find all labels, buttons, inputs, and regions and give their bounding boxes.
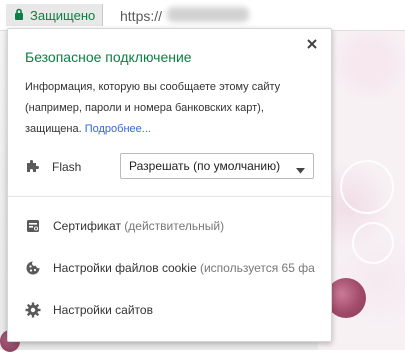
- close-icon: [307, 38, 317, 52]
- decorative-flower: [326, 278, 366, 318]
- site-settings-item[interactable]: Настройки сайтов: [8, 297, 331, 323]
- decorative-swirl: [352, 222, 394, 264]
- more-info-link[interactable]: Подробнее...: [85, 123, 151, 135]
- decorative-swirl: [340, 160, 394, 214]
- certificate-icon: [25, 218, 41, 237]
- divider: [8, 196, 331, 197]
- gear-icon: [25, 302, 41, 321]
- cookie-settings-item[interactable]: Настройки файлов cookie (используется 65…: [8, 255, 331, 281]
- certificate-item[interactable]: Сертификат (действительный): [8, 213, 331, 239]
- secure-label: Защищено: [30, 7, 96, 23]
- lock-icon: [14, 8, 30, 23]
- url-text[interactable]: https://: [120, 8, 162, 24]
- flash-permission-select[interactable]: Разрешать (по умолчанию): [120, 153, 314, 179]
- site-info-popup: Безопасное подключение Информация, котор…: [7, 28, 332, 342]
- security-description: Информация, которую вы сообщаете этому с…: [25, 77, 320, 140]
- cookie-icon: [25, 260, 41, 279]
- secure-indicator-button[interactable]: Защищено: [6, 4, 104, 26]
- puzzle-icon: [25, 158, 41, 177]
- flash-permission-row: Flash Разрешать (по умолчанию): [8, 153, 331, 179]
- site-settings-label: Настройки сайтов: [53, 303, 153, 317]
- flash-label: Flash: [52, 160, 82, 174]
- url-redacted: [167, 7, 249, 22]
- chevron-down-icon: [296, 163, 305, 177]
- select-value: Разрешать (по умолчанию): [129, 159, 281, 173]
- popup-title: Безопасное подключение: [25, 49, 192, 65]
- close-button[interactable]: [305, 38, 319, 52]
- address-bar: Защищено https://: [0, 0, 405, 31]
- description-text: Информация, которую вы сообщаете этому с…: [25, 81, 281, 135]
- certificate-label: Сертификат (действительный): [53, 219, 225, 233]
- cookie-settings-label: Настройки файлов cookie (используется 65…: [53, 261, 315, 275]
